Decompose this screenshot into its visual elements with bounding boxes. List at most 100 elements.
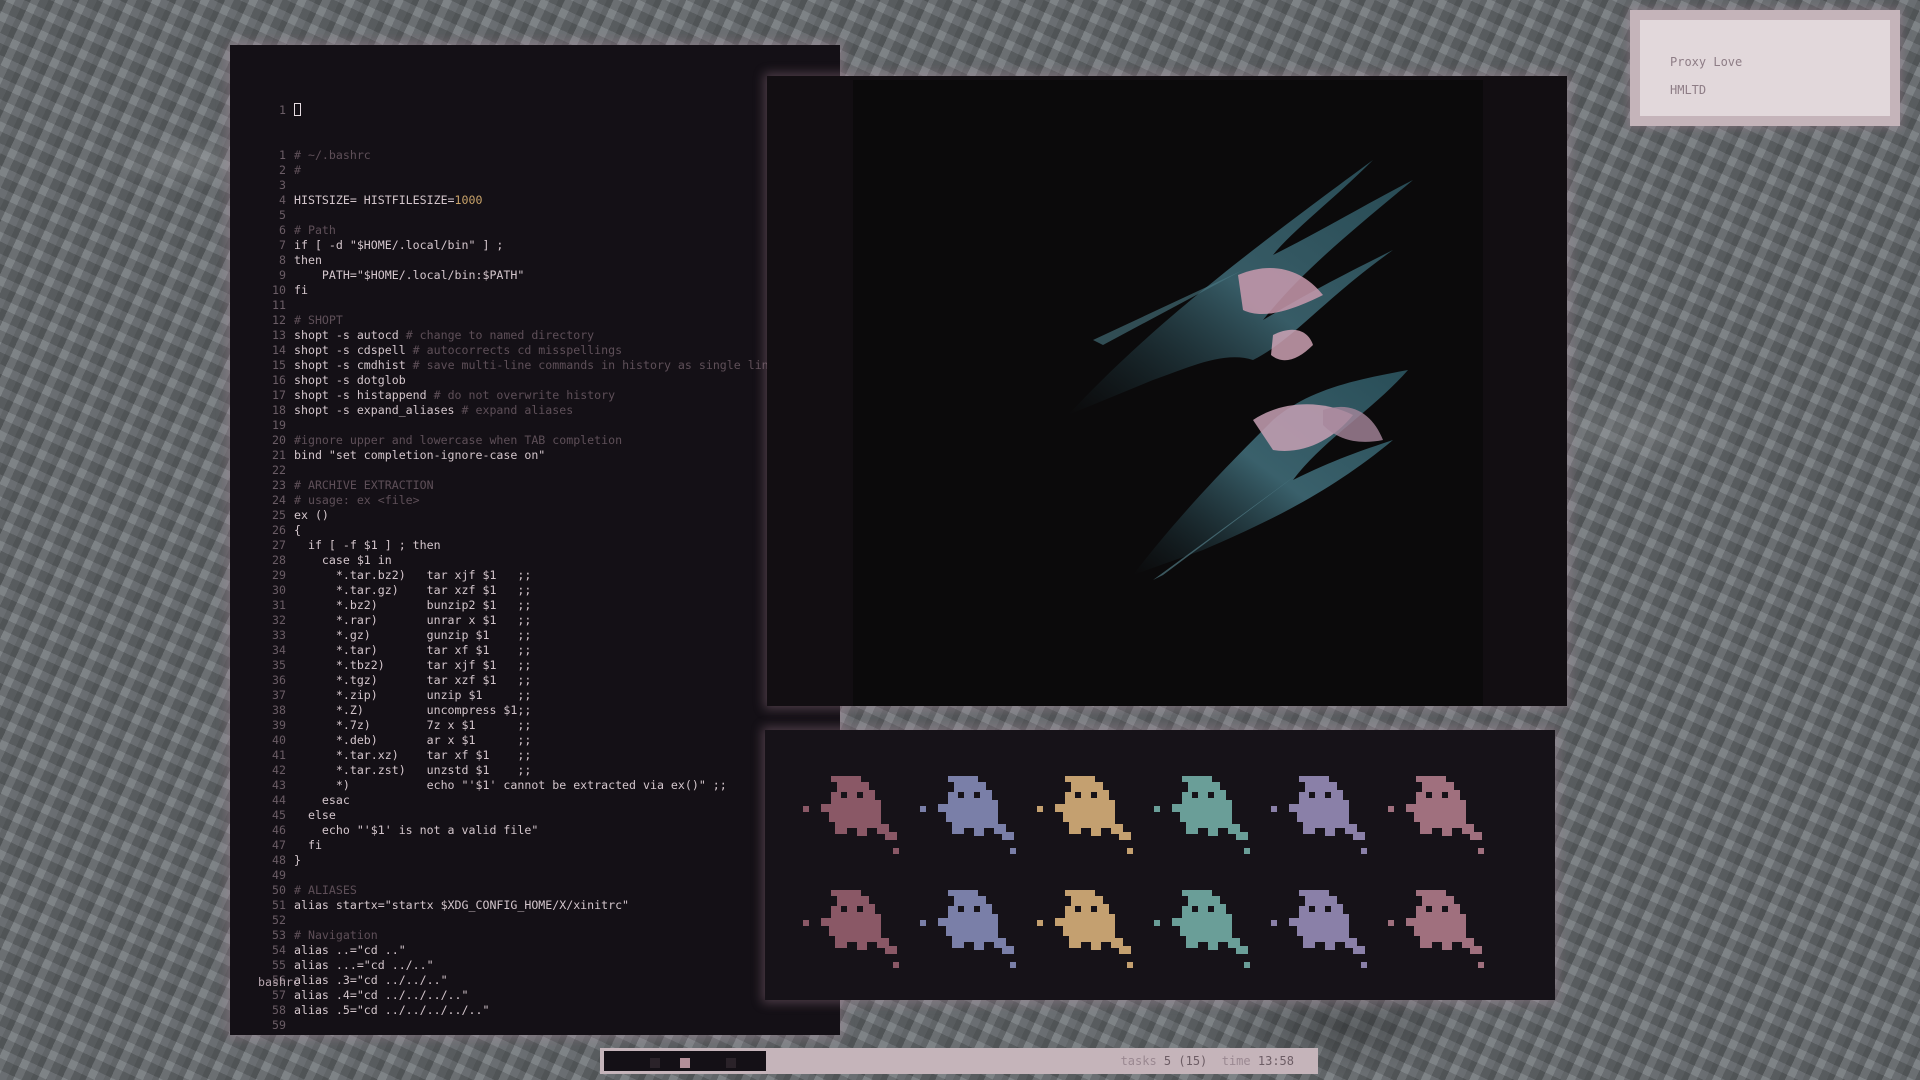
- text-cursor: [294, 103, 301, 116]
- code-line: 8 then: [252, 253, 840, 268]
- status-filename: bashrc: [258, 975, 300, 989]
- code-text: *.Z) uncompress $1;;: [294, 703, 532, 717]
- code-line: 19: [252, 418, 840, 433]
- code-text: alias .3="cd ../../..": [294, 973, 448, 987]
- code-comment: # save multi-line commands in history as…: [412, 358, 776, 372]
- music-info: Proxy Love HMLTD: [1640, 20, 1890, 116]
- line-number: 54: [272, 943, 286, 957]
- code-text: fi: [294, 283, 308, 297]
- tasks-label: tasks: [1120, 1054, 1157, 1068]
- workspace-tag-3[interactable]: [726, 1058, 736, 1068]
- code-text: alias ..="cd ..": [294, 943, 406, 957]
- code-text: shopt -s autocd: [294, 328, 406, 342]
- code-line: 53 # Navigation: [252, 928, 840, 943]
- time-label: time: [1221, 1054, 1251, 1068]
- image-viewer-window[interactable]: [767, 76, 1567, 706]
- code-text: if [ -f $1 ] ; then: [294, 538, 441, 552]
- line-number: 8: [279, 253, 286, 267]
- line-number: 25: [272, 508, 286, 522]
- code-line: 16 shopt -s dotglob: [252, 373, 840, 388]
- workspace-tag-2[interactable]: [680, 1058, 690, 1068]
- code-text: esac: [294, 793, 350, 807]
- code-line: 45 else: [252, 808, 840, 823]
- code-line: 58 alias .5="cd ../../../../..": [252, 1003, 840, 1018]
- editor-window[interactable]: 1 1 # ~/.bashrc 2 #3 4 HISTSIZE= HISTFILESIZE…: [230, 45, 840, 1035]
- line-number: 20: [272, 433, 286, 447]
- code-line: 30 *.tar.gz) tar xzf $1 ;;: [252, 583, 840, 598]
- code-line: 3: [252, 178, 840, 193]
- line-number: 12: [272, 313, 286, 327]
- line-number: 21: [272, 448, 286, 462]
- code-text: shopt -s histappend: [294, 388, 434, 402]
- code-comment: # ~/.bashrc: [294, 148, 371, 162]
- line-number: 48: [272, 853, 286, 867]
- line-number: 1: [279, 148, 286, 162]
- line-number: 22: [272, 463, 286, 477]
- line-number: 57: [272, 988, 286, 1002]
- line-number: 45: [272, 808, 286, 822]
- line-number: 37: [272, 688, 286, 702]
- code-text: shopt -s dotglob: [294, 373, 406, 387]
- tasks-value: 5 (15): [1163, 1054, 1208, 1068]
- code-line: 59: [252, 1018, 840, 1033]
- line-number: 35: [272, 658, 286, 672]
- line-number: 6: [279, 223, 286, 237]
- line-number: 27: [272, 538, 286, 552]
- code-text: *.tar.zst) unzstd $1 ;;: [294, 763, 532, 777]
- album-art-graphic: [1068, 160, 1413, 580]
- code-line: 54 alias ..="cd ..": [252, 943, 840, 958]
- workspace-tag-1[interactable]: [650, 1058, 660, 1068]
- line-number: 15: [272, 358, 286, 372]
- code-text: *.tar.gz) tar xzf $1 ;;: [294, 583, 532, 597]
- code-text: alias .4="cd ../../../..": [294, 988, 469, 1002]
- code-comment: # Path: [294, 223, 336, 237]
- track-artist: HMLTD: [1670, 83, 1707, 97]
- code-line: 38 *.Z) uncompress $1;;: [252, 703, 840, 718]
- line-number: 55: [272, 958, 286, 972]
- code-comment: #: [294, 163, 301, 177]
- code-line: 13 shopt -s autocd # change to named dire…: [252, 328, 840, 343]
- cursor-line: 1: [252, 103, 840, 118]
- line-number: 24: [272, 493, 286, 507]
- music-widget[interactable]: Proxy Love HMLTD: [1630, 10, 1900, 126]
- code-line: 42 *.tar.zst) unzstd $1 ;;: [252, 763, 840, 778]
- code-text: if [ -d "$HOME/.local/bin" ] ;: [294, 238, 504, 252]
- ghost-sprite-icon: [1154, 776, 1250, 854]
- code-line: 18 shopt -s expand_aliases # expand alias…: [252, 403, 840, 418]
- code-line: 23 # ARCHIVE EXTRACTION: [252, 478, 840, 493]
- code-text: *.tar) tar xf $1 ;;: [294, 643, 532, 657]
- line-number: 51: [272, 898, 286, 912]
- ghost-sprite-icon: [920, 776, 1016, 854]
- code-line: 51 alias startx="startx $XDG_CONFIG_HOME/…: [252, 898, 840, 913]
- code-lines: 1 # ~/.bashrc 2 #3 4 HISTSIZE= HISTFILESIZE=1…: [252, 148, 840, 1033]
- code-line: 4 HISTSIZE= HISTFILESIZE=1000: [252, 193, 840, 208]
- code-text: fi: [294, 838, 322, 852]
- code-line: 50 # ALIASES: [252, 883, 840, 898]
- code-line: 39 *.7z) 7z x $1 ;;: [252, 718, 840, 733]
- line-number: 49: [272, 868, 286, 882]
- ghosts-window[interactable]: [765, 730, 1555, 1000]
- code-area[interactable]: 1 1 # ~/.bashrc 2 #3 4 HISTSIZE= HISTFILESIZE…: [252, 73, 840, 1063]
- line-number: 52: [272, 913, 286, 927]
- workspace-tags[interactable]: [604, 1051, 766, 1071]
- code-text: alias startx="startx $XDG_CONFIG_HOME/X/…: [294, 898, 630, 912]
- line-number: 4: [279, 193, 286, 207]
- code-line: 26 {: [252, 523, 840, 538]
- line-number: 5: [279, 208, 286, 222]
- code-line: 49: [252, 868, 840, 883]
- code-text: HISTSIZE= HISTFILESIZE=: [294, 193, 455, 207]
- code-line: 47 fi: [252, 838, 840, 853]
- line-number: 13: [272, 328, 286, 342]
- line-number: 34: [272, 643, 286, 657]
- line-number: 59: [272, 1018, 286, 1032]
- time-value: 13:58: [1257, 1054, 1294, 1068]
- code-line: 35 *.tbz2) tar xjf $1 ;;: [252, 658, 840, 673]
- line-number: 28: [272, 553, 286, 567]
- code-text: *.tbz2) tar xjf $1 ;;: [294, 658, 532, 672]
- code-comment: # usage: ex <file>: [294, 493, 420, 507]
- bar-info: tasks 5 (15) time 13:58: [1121, 1054, 1294, 1068]
- code-comment: #ignore upper and lowercase when TAB com…: [294, 433, 623, 447]
- code-text: else: [294, 808, 336, 822]
- code-line: 6 # Path: [252, 223, 840, 238]
- code-text: case $1 in: [294, 553, 392, 567]
